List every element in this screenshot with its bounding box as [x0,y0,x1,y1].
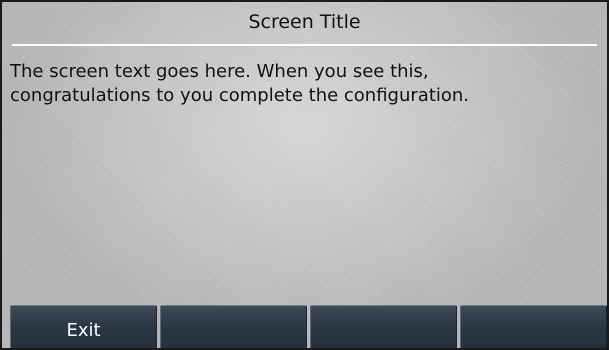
softkey-4-button[interactable] [460,305,607,348]
title-divider [12,44,597,46]
screen-message: The screen text goes here. When you see … [10,60,600,108]
softkey-exit-button[interactable]: Exit [10,305,157,348]
softkey-3-button[interactable] [310,305,457,348]
softkey-bar: Exit [2,305,607,348]
softkey-2-button[interactable] [160,305,307,348]
screen-message-line-1: The screen text goes here. When you see … [10,61,429,82]
screen-message-line-2: congratulations to you complete the conf… [10,85,470,106]
screen-title: Screen Title [248,11,361,33]
phone-screen: Screen Title The screen text goes here. … [0,0,609,350]
